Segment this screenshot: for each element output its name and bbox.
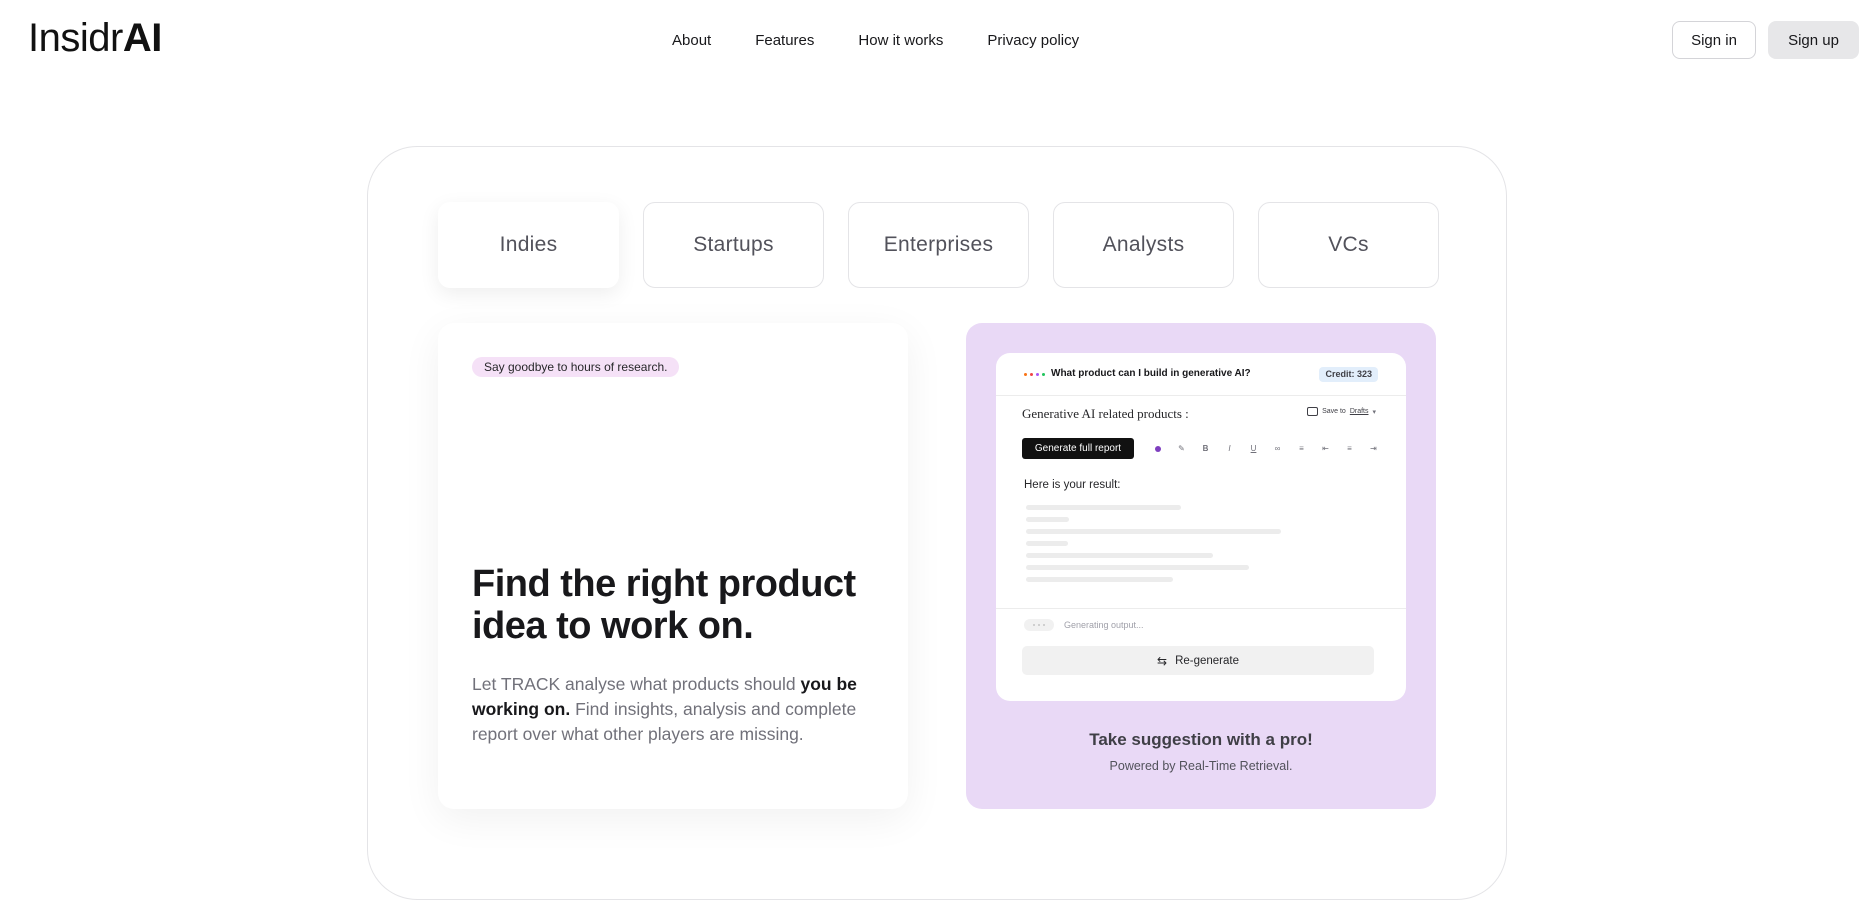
align-center-icon[interactable]: ≡ xyxy=(1342,442,1357,455)
editor-toolbar: ✎ B I U ∞ ≡ ⇤ ≡ ⇥ xyxy=(1150,442,1381,455)
generating-status: Generating output... xyxy=(1064,620,1144,630)
nav-features[interactable]: Features xyxy=(755,30,814,52)
preview-title: Take suggestion with a pro! xyxy=(1089,730,1313,749)
audience-tabs: Indies Startups Enterprises Analysts VCs xyxy=(438,202,1439,288)
tab-enterprises[interactable]: Enterprises xyxy=(848,202,1029,288)
list-icon[interactable]: ≡ xyxy=(1294,442,1309,455)
doc-title: Generative AI related products : xyxy=(1022,406,1189,421)
tab-indies[interactable]: Indies xyxy=(438,202,619,288)
nav-how-it-works[interactable]: How it works xyxy=(858,30,943,52)
save-to-drafts[interactable]: Save to Drafts ▾ xyxy=(1307,407,1376,416)
align-left-icon[interactable]: ⇤ xyxy=(1318,442,1333,455)
regenerate-button[interactable]: ⇆ Re-generate xyxy=(1022,646,1374,675)
save-to-label: Save to xyxy=(1322,408,1346,415)
tab-vcs[interactable]: VCs xyxy=(1258,202,1439,288)
tab-analysts[interactable]: Analysts xyxy=(1053,202,1234,288)
pen-icon[interactable]: ✎ xyxy=(1174,442,1189,455)
preview-card: What product can I build in generative A… xyxy=(966,323,1436,809)
sign-up-button[interactable]: Sign up xyxy=(1768,21,1859,59)
swap-arrows-icon: ⇆ xyxy=(1157,653,1168,668)
color-picker-icon[interactable] xyxy=(1150,442,1165,455)
desc-part-1: Let TRACK analyse what products should xyxy=(472,674,801,694)
generate-full-report-button[interactable]: Generate full report xyxy=(1022,438,1134,459)
sign-in-button[interactable]: Sign in xyxy=(1672,21,1756,59)
top-nav: About Features How it works Privacy poli… xyxy=(672,30,1123,52)
drafts-link[interactable]: Drafts xyxy=(1350,408,1369,415)
skeleton-line xyxy=(1026,517,1069,522)
nav-about[interactable]: About xyxy=(672,30,711,52)
tab-startups[interactable]: Startups xyxy=(643,202,824,288)
underline-icon[interactable]: U xyxy=(1246,442,1261,455)
skeleton-line xyxy=(1026,577,1173,582)
italic-icon[interactable]: I xyxy=(1222,442,1237,455)
logo-text-light: Insidr xyxy=(28,16,123,60)
folder-icon xyxy=(1307,407,1319,416)
feature-description: Let TRACK analyse what products should y… xyxy=(472,672,882,747)
window-dots-icon xyxy=(1024,373,1045,376)
regenerate-label: Re-generate xyxy=(1175,654,1239,667)
skeleton-line xyxy=(1026,565,1249,570)
query-text: What product can I build in generative A… xyxy=(1051,368,1251,379)
skeleton-line xyxy=(1026,553,1213,558)
feature-text-card: Say goodbye to hours of research. Find t… xyxy=(438,323,908,809)
align-right-icon[interactable]: ⇥ xyxy=(1366,442,1381,455)
typing-indicator-icon xyxy=(1024,619,1054,631)
app-preview-topbar: What product can I build in generative A… xyxy=(996,353,1406,396)
result-label: Here is your result: xyxy=(1024,479,1121,491)
feature-pill: Say goodbye to hours of research. xyxy=(472,357,680,377)
nav-privacy-policy[interactable]: Privacy policy xyxy=(987,30,1079,52)
bold-icon[interactable]: B xyxy=(1198,442,1213,455)
logo-text-bold: AI xyxy=(122,16,163,60)
divider xyxy=(996,608,1406,609)
skeleton-line xyxy=(1026,541,1068,546)
preview-subtitle: Powered by Real-Time Retrieval. xyxy=(1109,759,1293,773)
feature-headline: Find the right product idea to work on. xyxy=(472,563,856,647)
chevron-down-icon: ▾ xyxy=(1372,408,1376,416)
skeleton-line xyxy=(1026,505,1181,510)
link-icon[interactable]: ∞ xyxy=(1270,442,1285,455)
credit-badge: Credit: 323 xyxy=(1319,367,1378,382)
app-preview-window: What product can I build in generative A… xyxy=(996,353,1406,701)
skeleton-line xyxy=(1026,529,1281,534)
logo[interactable]: InsidrAI xyxy=(28,14,162,62)
